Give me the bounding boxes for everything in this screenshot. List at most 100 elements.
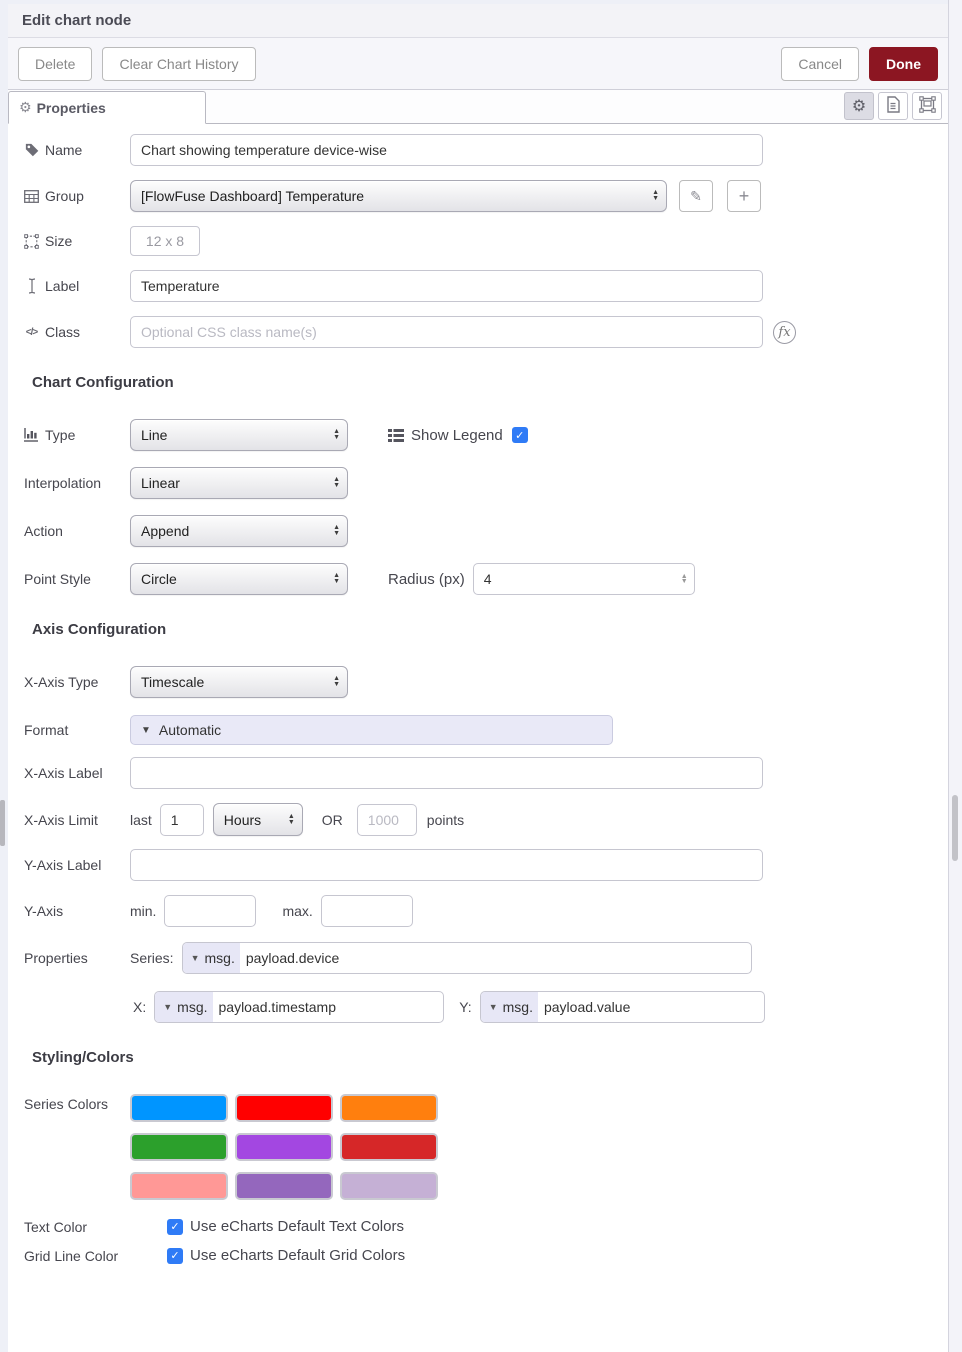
left-scrollbar-thumb[interactable] bbox=[0, 800, 5, 846]
row-action: Action Append ▲▼ bbox=[24, 515, 948, 547]
class-input[interactable] bbox=[130, 316, 763, 348]
x-axis-label-label: X-Axis Label bbox=[24, 765, 103, 781]
typed-input-prefix[interactable]: ▼ msg. bbox=[481, 992, 538, 1022]
delete-button[interactable]: Delete bbox=[18, 47, 92, 81]
size-icon bbox=[24, 234, 39, 249]
x-typed-input[interactable]: ▼ msg. payload.timestamp bbox=[154, 991, 444, 1023]
document-icon bbox=[886, 96, 900, 116]
edit-group-button[interactable]: ✎ bbox=[679, 180, 713, 212]
row-y-axis-minmax: Y-Axis min. max. bbox=[24, 895, 948, 927]
name-input[interactable] bbox=[130, 134, 763, 166]
series-color-swatch[interactable] bbox=[340, 1172, 438, 1200]
action-select[interactable]: Append ▲▼ bbox=[130, 515, 348, 547]
text-color-label: Text Color bbox=[24, 1219, 87, 1235]
size-label: Size bbox=[45, 233, 72, 249]
x-axis-type-label: X-Axis Type bbox=[24, 674, 98, 690]
x-axis-limit-label: X-Axis Limit bbox=[24, 812, 98, 828]
group-label: Group bbox=[45, 188, 84, 204]
radius-input[interactable] bbox=[473, 563, 695, 595]
scrollbar-thumb[interactable] bbox=[952, 795, 958, 861]
tab-properties[interactable]: ⚙ Properties bbox=[8, 91, 206, 124]
dialog-titlebar: Edit chart node bbox=[8, 4, 948, 38]
y-min-input[interactable] bbox=[164, 895, 256, 927]
edit-chart-node-dialog: Edit chart node Delete Clear Chart Histo… bbox=[8, 4, 948, 1352]
point-style-select[interactable]: Circle ▲▼ bbox=[130, 563, 348, 595]
grid-color-checkbox-label: Use eCharts Default Grid Colors bbox=[190, 1247, 405, 1264]
select-arrows-icon: ▲▼ bbox=[333, 676, 340, 688]
y-max-label: max. bbox=[282, 903, 312, 919]
type-select[interactable]: Line ▲▼ bbox=[130, 419, 348, 451]
x-property-value: payload.timestamp bbox=[213, 992, 345, 1022]
series-color-swatch[interactable] bbox=[235, 1172, 333, 1200]
fx-expression-icon[interactable]: fx bbox=[773, 321, 796, 344]
series-color-swatch[interactable] bbox=[130, 1172, 228, 1200]
row-y-axis-label: Y-Axis Label bbox=[24, 849, 948, 881]
vertical-scrollbar[interactable] bbox=[948, 0, 962, 1352]
row-class: </> Class fx bbox=[24, 316, 948, 348]
x-axis-type-select[interactable]: Timescale ▲▼ bbox=[130, 666, 348, 698]
group-select[interactable]: [FlowFuse Dashboard] Temperature ▲▼ bbox=[130, 180, 667, 212]
y-typed-input[interactable]: ▼ msg. payload.value bbox=[480, 991, 765, 1023]
done-button[interactable]: Done bbox=[869, 47, 938, 81]
typed-input-prefix[interactable]: ▼ msg. bbox=[183, 943, 240, 973]
text-color-checkbox[interactable] bbox=[167, 1219, 183, 1235]
clear-chart-history-button[interactable]: Clear Chart History bbox=[102, 47, 255, 81]
size-button[interactable]: 12 x 8 bbox=[130, 226, 200, 256]
grid-color-checkbox[interactable] bbox=[167, 1248, 183, 1264]
description-view-button[interactable] bbox=[878, 92, 908, 120]
appearance-view-button[interactable] bbox=[912, 92, 942, 120]
series-color-swatch[interactable] bbox=[130, 1133, 228, 1161]
series-color-swatch[interactable] bbox=[340, 1094, 438, 1122]
appearance-icon bbox=[919, 96, 936, 116]
dialog-toolbar: Delete Clear Chart History Cancel Done bbox=[8, 38, 948, 90]
x-axis-limit-points-input[interactable] bbox=[357, 804, 417, 836]
y-axis-label-input[interactable] bbox=[130, 849, 763, 881]
x-axis-label-input[interactable] bbox=[130, 757, 763, 789]
action-label: Action bbox=[24, 523, 63, 539]
x-axis-limit-value-input[interactable] bbox=[160, 804, 204, 836]
series-color-grid bbox=[130, 1094, 438, 1200]
select-arrows-icon: ▲▼ bbox=[288, 814, 295, 826]
y-axis-label: Y-Axis bbox=[24, 903, 63, 919]
properties-view-button[interactable]: ⚙ bbox=[844, 92, 874, 120]
y-property-value: payload.value bbox=[538, 992, 638, 1022]
chevron-down-icon: ▼ bbox=[489, 1002, 498, 1012]
series-color-swatch[interactable] bbox=[235, 1133, 333, 1161]
y-max-input[interactable] bbox=[321, 895, 413, 927]
or-label: OR bbox=[322, 812, 343, 828]
x-axis-limit-unit-select[interactable]: Hours ▲▼ bbox=[213, 803, 303, 836]
show-legend-checkbox[interactable] bbox=[512, 427, 528, 443]
y-min-label: min. bbox=[130, 903, 156, 919]
row-type: Type Line ▲▼ Show Legend bbox=[24, 419, 948, 451]
add-group-button[interactable]: + bbox=[727, 180, 761, 212]
series-color-swatch[interactable] bbox=[130, 1094, 228, 1122]
name-label: Name bbox=[45, 142, 82, 158]
series-color-swatch[interactable] bbox=[235, 1094, 333, 1122]
select-arrows-icon: ▲▼ bbox=[333, 429, 340, 441]
row-text-color: Text Color Use eCharts Default Text Colo… bbox=[24, 1218, 948, 1235]
last-label: last bbox=[130, 812, 152, 828]
table-icon bbox=[24, 190, 39, 203]
point-style-select-value: Circle bbox=[141, 571, 177, 587]
row-series-property: Properties Series: ▼ msg. payload.device bbox=[24, 942, 948, 974]
row-point-style: Point Style Circle ▲▼ Radius (px) ▲▼ bbox=[24, 563, 948, 595]
number-spinner-icon[interactable]: ▲▼ bbox=[681, 574, 688, 584]
row-x-axis-limit: X-Axis Limit last Hours ▲▼ OR points bbox=[24, 803, 948, 836]
typed-input-prefix[interactable]: ▼ msg. bbox=[155, 992, 212, 1022]
row-format: Format ▼ Automatic bbox=[24, 715, 948, 745]
select-arrows-icon: ▲▼ bbox=[333, 525, 340, 537]
interpolation-select-value: Linear bbox=[141, 475, 180, 491]
format-dropdown[interactable]: ▼ Automatic bbox=[130, 715, 613, 745]
class-label: Class bbox=[45, 324, 80, 340]
series-color-swatch[interactable] bbox=[340, 1133, 438, 1161]
label-label: Label bbox=[45, 278, 79, 294]
typed-input-type: msg. bbox=[503, 999, 533, 1015]
label-input[interactable] bbox=[130, 270, 763, 302]
series-typed-input[interactable]: ▼ msg. payload.device bbox=[182, 942, 752, 974]
cancel-button[interactable]: Cancel bbox=[781, 47, 859, 81]
row-x-axis-type: X-Axis Type Timescale ▲▼ bbox=[24, 666, 948, 698]
typed-input-type: msg. bbox=[177, 999, 207, 1015]
select-arrows-icon: ▲▼ bbox=[333, 573, 340, 585]
interpolation-select[interactable]: Linear ▲▼ bbox=[130, 467, 348, 499]
row-group: Group [FlowFuse Dashboard] Temperature ▲… bbox=[24, 180, 948, 212]
